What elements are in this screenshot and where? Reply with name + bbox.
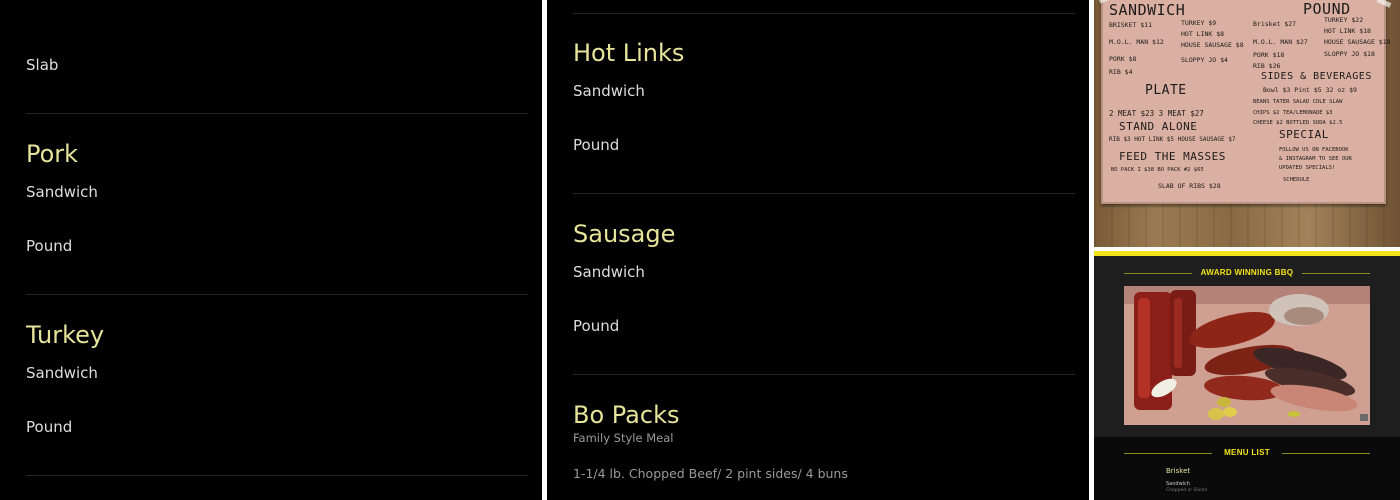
board-line: M.O.L. MAN $12 bbox=[1109, 38, 1164, 46]
menu-item-pound: Pound bbox=[573, 136, 620, 154]
board-line: SLOPPY JO $4 bbox=[1181, 56, 1228, 64]
site-top-bar bbox=[1094, 251, 1400, 256]
menu-item-slab: Slab bbox=[26, 56, 59, 74]
board-line: Brisket $27 bbox=[1253, 20, 1297, 28]
board-line: CHIPS $2 TEA/LEMONADE $3 bbox=[1253, 110, 1333, 116]
website-screenshot[interactable]: AWARD WINNING BBQ MENU LIST Brisket Sand… bbox=[1094, 251, 1400, 500]
menu-item-sandwich: Sandwich bbox=[573, 82, 645, 100]
board-line: RIB $26 bbox=[1253, 62, 1281, 70]
award-heading: AWARD WINNING BBQ bbox=[1200, 268, 1294, 277]
category-title-pork: Pork bbox=[26, 140, 79, 168]
divider bbox=[26, 294, 528, 295]
menu-board-photo[interactable]: SANDWICH POUND BRISKET $11 TURKEY $9 M.O… bbox=[1094, 0, 1400, 247]
board-line: FOLLOW US ON FACEBOOK bbox=[1279, 147, 1349, 153]
board-line: M.O.L. MAN $27 bbox=[1253, 38, 1308, 46]
board-heading: STAND ALONE bbox=[1119, 120, 1198, 133]
board-line: UPDATED SPECIALS! bbox=[1279, 165, 1336, 171]
board-heading: PLATE bbox=[1145, 83, 1187, 98]
bbq-platter-photo bbox=[1124, 286, 1370, 425]
board-line: SLOPPY JO $18 bbox=[1324, 50, 1375, 58]
tape-icon bbox=[1376, 0, 1392, 8]
site-menu-section: MENU LIST Brisket Sandwich Chopped or Sl… bbox=[1094, 437, 1400, 500]
gallery-panel: SANDWICH POUND BRISKET $11 TURKEY $9 M.O… bbox=[1094, 0, 1400, 500]
board-line: SLAB OF RIBS $28 bbox=[1158, 182, 1221, 190]
board-line: PORK $18 bbox=[1253, 51, 1285, 59]
menu-item-description: 1-1/4 lb. Chopped Beef/ 2 pint sides/ 4 … bbox=[573, 466, 848, 481]
menu-item-pound: Pound bbox=[26, 418, 73, 436]
board-heading: FEED THE MASSES bbox=[1119, 150, 1226, 163]
board-heading: SANDWICH bbox=[1109, 1, 1186, 19]
site-category-brisket[interactable]: Brisket bbox=[1166, 467, 1190, 475]
board-heading: SPECIAL bbox=[1279, 128, 1329, 141]
board-line: BO PACK I $38 BO PACK #2 $65 bbox=[1111, 167, 1204, 173]
menu-item-sandwich: Sandwich bbox=[26, 364, 98, 382]
divider bbox=[26, 113, 528, 114]
bbq-platter-illustration bbox=[1124, 286, 1370, 425]
board-line: TURKEY $9 bbox=[1181, 19, 1217, 27]
menu-board: SANDWICH POUND BRISKET $11 TURKEY $9 M.O… bbox=[1098, 0, 1392, 204]
board-line: RIB $4 bbox=[1109, 68, 1133, 76]
site-menu-item: Sandwich bbox=[1166, 481, 1190, 487]
category-subtitle: Family Style Meal bbox=[573, 431, 674, 445]
divider bbox=[573, 13, 1075, 14]
divider bbox=[573, 193, 1075, 194]
menu-panel-left: Slab Pork Sandwich Pound Turkey Sandwich… bbox=[0, 0, 542, 500]
menu-panel-middle: Hot Links Sandwich Pound Sausage Sandwic… bbox=[547, 0, 1089, 500]
board-line: HOT LINK $8 bbox=[1181, 30, 1225, 38]
board-line: PORK $8 bbox=[1109, 55, 1137, 63]
site-menu-subtext: Chopped or Sliced bbox=[1166, 488, 1208, 493]
board-line: & INSTAGRAM TO SEE OUR bbox=[1279, 156, 1352, 162]
menu-item-sandwich: Sandwich bbox=[26, 183, 98, 201]
board-line: HOUSE SAUSAGE $18 bbox=[1324, 38, 1391, 46]
board-line: HOT LINK $18 bbox=[1324, 27, 1371, 35]
board-line: BEANS TATER SALAD COLE SLAW bbox=[1253, 99, 1343, 105]
board-line: TURKEY $22 bbox=[1324, 16, 1364, 24]
board-line: CHEESE $2 BOTTLED SODA $2.5 bbox=[1253, 120, 1343, 126]
menu-item-sandwich: Sandwich bbox=[573, 263, 645, 281]
board-heading: SIDES & BEVERAGES bbox=[1261, 71, 1372, 82]
menu-list-heading: MENU LIST bbox=[1224, 448, 1270, 457]
board-line: Bowl $3 Pint $5 32 oz $9 bbox=[1263, 86, 1357, 94]
category-title-hot-links: Hot Links bbox=[573, 39, 685, 67]
menu-item-pound: Pound bbox=[573, 317, 620, 335]
board-line: SCHEDULE bbox=[1283, 177, 1310, 183]
board-line: BRISKET $11 bbox=[1109, 21, 1153, 29]
board-line: RIB $3 HOT LINK $5 HOUSE SAUSAGE $7 bbox=[1109, 136, 1236, 143]
menu-item-pound: Pound bbox=[26, 237, 73, 255]
divider bbox=[573, 374, 1075, 375]
board-line: HOUSE SAUSAGE $8 bbox=[1181, 41, 1244, 49]
board-line: 2 MEAT $23 3 MEAT $27 bbox=[1109, 109, 1204, 118]
category-title-turkey: Turkey bbox=[26, 321, 105, 349]
category-title-bo-packs: Bo Packs bbox=[573, 401, 680, 429]
category-title-sausage: Sausage bbox=[573, 220, 676, 248]
divider bbox=[26, 475, 528, 476]
board-heading: POUND bbox=[1303, 0, 1351, 18]
